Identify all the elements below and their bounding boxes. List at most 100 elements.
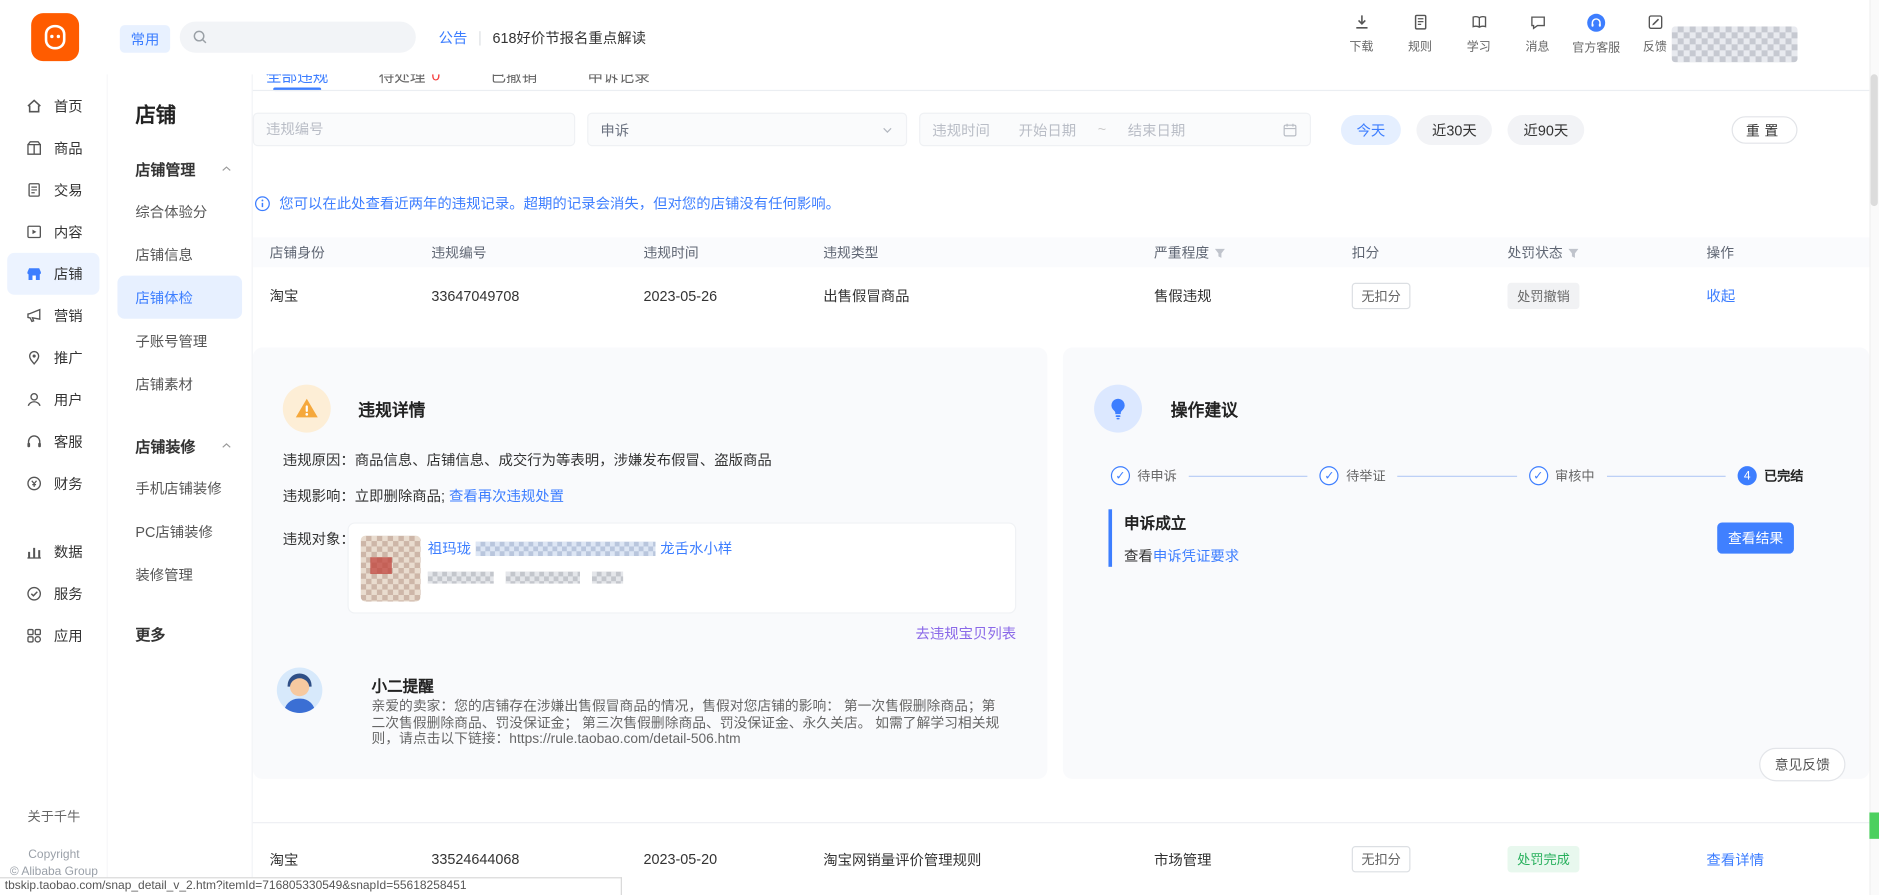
tab-revoked[interactable]: 已撤销: [490, 74, 537, 91]
group-shop-decoration-label: 店铺装修: [135, 434, 195, 457]
assistant-avatar: [277, 667, 323, 713]
check-icon: [1320, 466, 1339, 485]
table-header: 店铺身份 违规编号 违规时间 违规类型 严重程度 扣分 处罚状态 操作: [253, 237, 1870, 267]
nav-promotion[interactable]: 推广: [7, 337, 99, 379]
nav-finance[interactable]: 财务: [7, 463, 99, 505]
scrollbar-marker: [1869, 812, 1879, 838]
filter-funnel-icon[interactable]: [1214, 246, 1226, 258]
reminder-text: 亲爱的卖家：您的店铺存在涉嫌出售假冒商品的情况，售假对您店铺的影响： 第一次售假…: [371, 700, 1006, 749]
cell-violation-time: 2023-05-26: [644, 267, 718, 323]
messages-button[interactable]: 消息: [1514, 13, 1562, 55]
nav-data[interactable]: 数据: [7, 531, 99, 573]
range-30days-button[interactable]: 近30天: [1416, 115, 1492, 145]
nav-mobile-decoration[interactable]: 手机店铺装修: [117, 466, 242, 509]
feedback-button[interactable]: 意见反馈: [1759, 748, 1845, 782]
cell-score: 无扣分: [1352, 823, 1411, 895]
nav-trade[interactable]: 交易: [7, 169, 99, 211]
product-image-censored: [361, 536, 421, 602]
nav-pc-decoration[interactable]: PC店铺装修: [117, 509, 242, 552]
nav-customer-service[interactable]: 客服: [7, 421, 99, 463]
violation-no-field[interactable]: [253, 113, 575, 147]
nav-more[interactable]: 更多: [135, 622, 251, 645]
appeal-select[interactable]: 申诉: [587, 113, 907, 147]
violation-no-input[interactable]: [266, 121, 554, 138]
group-shop-management[interactable]: 店铺管理: [135, 157, 232, 180]
date-range-picker[interactable]: 违规时间 开始日期 ~ 结束日期: [919, 113, 1311, 147]
nav-users[interactable]: 用户: [7, 379, 99, 421]
nav-shop-info[interactable]: 店铺信息: [117, 232, 242, 275]
user-icon: [25, 391, 43, 409]
scrollbar[interactable]: [1869, 0, 1879, 895]
tab-appeal-records[interactable]: 申诉记录: [588, 74, 650, 91]
media-icon: [25, 223, 43, 241]
tab-all-violations[interactable]: 全部违规: [266, 74, 328, 91]
col-severity: 严重程度: [1154, 237, 1226, 267]
secondary-nav-title: 店铺: [135, 98, 251, 128]
location-pin-icon: [25, 349, 43, 367]
download-button[interactable]: 下载: [1337, 13, 1385, 55]
repeat-violation-link[interactable]: 查看再次违规处置: [449, 488, 564, 505]
step-pending-evidence: 待举证: [1320, 466, 1386, 485]
tab-pending[interactable]: 待处理0: [379, 74, 440, 91]
reminder-title: 小二提醒: [371, 673, 433, 696]
step-under-review: 审核中: [1529, 466, 1595, 485]
search-box[interactable]: [180, 22, 416, 53]
cell-severity: 市场管理: [1154, 823, 1212, 895]
score-tag: 无扣分: [1352, 846, 1411, 872]
violating-product-card[interactable]: 祖玛珑龙舌水小样: [348, 522, 1017, 613]
nav-home[interactable]: 首页: [7, 85, 99, 127]
collapse-link[interactable]: 收起: [1706, 285, 1735, 305]
score-tag: 无扣分: [1352, 282, 1411, 308]
col-score: 扣分: [1352, 237, 1380, 267]
nav-shop[interactable]: 店铺: [7, 253, 99, 295]
notice-banner: 您可以在此处查看近两年的违规记录。超期的记录会消失，但对您的店铺没有任何影响。: [254, 193, 840, 213]
copyright-line1: Copyright: [0, 847, 108, 864]
nav-marketing[interactable]: 营销: [7, 295, 99, 337]
headset-outline-icon: [25, 433, 43, 451]
nav-services[interactable]: 服务: [7, 573, 99, 615]
rules-button[interactable]: 规则: [1396, 13, 1444, 55]
evidence-requirements-link[interactable]: 申诉凭证要求: [1153, 548, 1239, 565]
browser-status-bar: tbskip.taobao.com/snap_detail_v_2.htm?it…: [0, 877, 622, 895]
nav-content[interactable]: 内容: [7, 211, 99, 253]
reset-button[interactable]: 重置: [1732, 116, 1798, 144]
chevron-up-icon: [220, 162, 232, 174]
learning-button[interactable]: 学习: [1455, 13, 1503, 55]
cell-violation-time: 2023-05-20: [644, 823, 718, 895]
product-title-link[interactable]: 祖玛珑龙舌水小样: [428, 538, 732, 558]
view-detail-link[interactable]: 查看详情: [1706, 849, 1764, 869]
nav-apps[interactable]: 应用: [7, 615, 99, 657]
violating-goods-list-link[interactable]: 去违规宝贝列表: [348, 623, 1017, 643]
filter-funnel-icon[interactable]: [1567, 246, 1579, 258]
official-service-button[interactable]: 官方客服: [1572, 13, 1620, 55]
col-action: 操作: [1706, 237, 1734, 267]
nav-products[interactable]: 商品: [7, 127, 99, 169]
range-today-button[interactable]: 今天: [1341, 115, 1401, 145]
scrollbar-thumb[interactable]: [1871, 74, 1878, 206]
quick-access-button[interactable]: 常用: [120, 25, 170, 53]
pencil-icon: [1646, 13, 1664, 31]
search-input[interactable]: [216, 29, 396, 46]
nav-subaccount[interactable]: 子账号管理: [117, 319, 242, 362]
nav-decoration-manage[interactable]: 装修管理: [117, 552, 242, 595]
circle-check-icon: [25, 585, 43, 603]
view-result-button[interactable]: 查看结果: [1717, 522, 1794, 553]
announcement-text[interactable]: 618好价节报名重点解读: [493, 28, 646, 48]
cell-action: 查看详情: [1706, 823, 1764, 895]
range-90days-button[interactable]: 近90天: [1508, 115, 1584, 145]
group-shop-management-label: 店铺管理: [135, 157, 195, 180]
group-shop-decoration[interactable]: 店铺装修: [135, 434, 232, 457]
qianniu-logo-icon: [40, 22, 71, 53]
quick-range-pills: 今天 近30天 近90天: [1341, 115, 1584, 145]
nav-experience-score[interactable]: 综合体验分: [117, 189, 242, 232]
range-separator: ~: [1098, 121, 1106, 138]
announcement-label: 公告: [439, 28, 468, 48]
user-avatar-censored[interactable]: [1672, 26, 1798, 62]
qianniu-logo[interactable]: [31, 13, 79, 61]
nav-shop-material[interactable]: 店铺素材: [117, 362, 242, 405]
box-icon: [25, 139, 43, 157]
appeal-result-title: 申诉成立: [1124, 510, 1239, 533]
appeal-result-line: 查看申诉凭证要求: [1124, 545, 1239, 565]
nav-shop-checkup[interactable]: 店铺体检: [117, 276, 242, 319]
about-qianniu-link[interactable]: 关于千牛: [0, 806, 108, 825]
